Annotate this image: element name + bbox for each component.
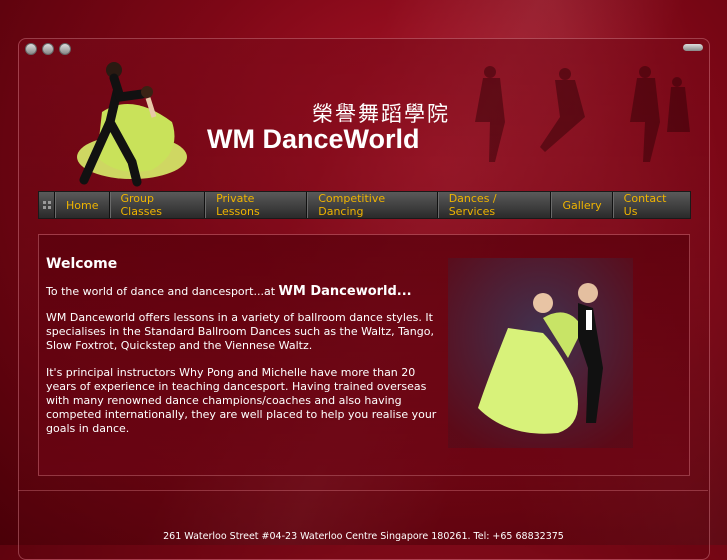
window-dot-icon[interactable] [25,43,37,55]
dancing-couple-logo [77,62,187,187]
nav-item-competitive-dancing[interactable]: Competitive Dancing [307,192,438,218]
brand-title: WM DanceWorld [207,124,420,154]
welcome-heading: Welcome [46,256,118,272]
window-minimize-icon[interactable] [683,44,703,51]
main-nav: Home Group Classes Private Lessons Compe… [38,191,691,219]
nav-item-gallery[interactable]: Gallery [551,192,613,218]
nav-item-home[interactable]: Home [55,192,110,218]
dancers-photo [448,258,633,448]
intro-line: To the world of dance and dancesport...a… [46,284,412,299]
dancer-silhouettes [475,66,690,162]
paragraph-about: WM Danceworld offers lessons in a variet… [46,311,434,352]
paragraph-instructors: It's principal instructors Why Pong and … [46,366,437,435]
nav-grip-icon [39,192,56,218]
intro-text: To the world of dance and dancesport...a… [46,285,279,298]
nav-item-contact-us[interactable]: Contact Us [612,192,690,218]
footer-divider [18,490,708,491]
intro-brand: WM Danceworld... [278,284,412,299]
nav-item-private-lessons[interactable]: Private Lessons [205,192,308,218]
window-dot-icon[interactable] [42,43,54,55]
nav-item-dances-services[interactable]: Dances / Services [437,192,552,218]
footer-address: 261 Waterloo Street #04-23 Waterloo Cent… [163,531,564,542]
nav-item-group-classes[interactable]: Group Classes [109,192,206,218]
